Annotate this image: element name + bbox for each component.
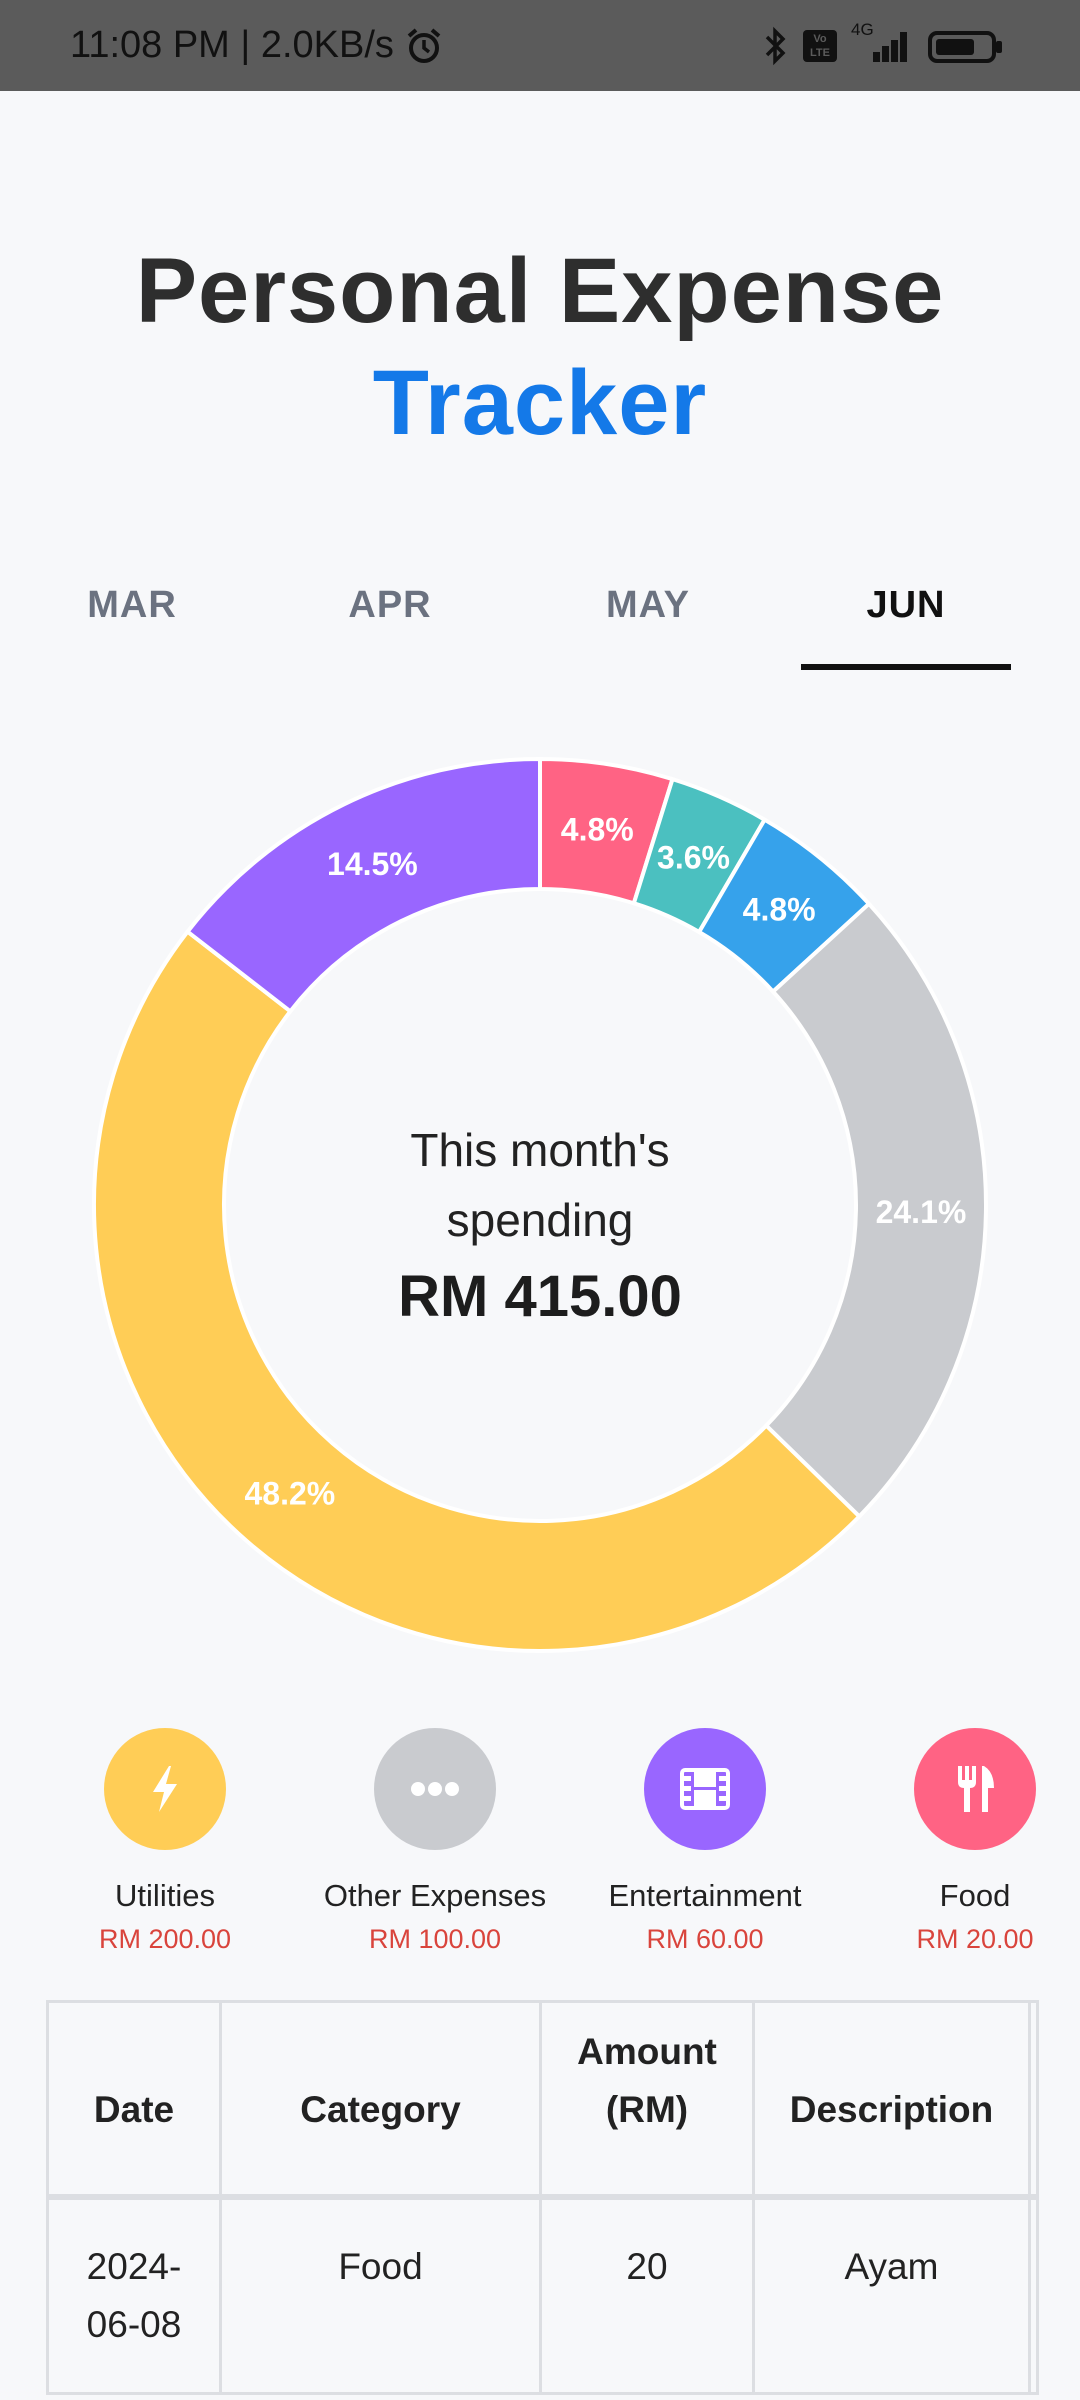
category-amount: RM 200.00 (98, 1924, 232, 1954)
film-icon (680, 1768, 730, 1810)
column-header-category: Category (219, 2000, 542, 2198)
tab-jun[interactable]: JUN (801, 560, 1011, 670)
slice-label: 3.6% (657, 839, 730, 875)
category-amount: RM 20.00 (916, 1924, 1034, 1954)
category-other-expenses[interactable]: Other Expenses RM 100.00 (310, 1728, 560, 1955)
category-circle (374, 1728, 496, 1850)
cell-description: Ayam (752, 2195, 1031, 2395)
title-line-2: Tracker (372, 352, 708, 454)
category-utilities[interactable]: Utilities RM 200.00 (40, 1728, 290, 1955)
status-time: 11:08 PM | 2.0KB/s (70, 24, 394, 66)
bluetooth-icon (765, 26, 786, 65)
more-icon (411, 1782, 459, 1796)
category-name: Utilities (115, 1878, 215, 1913)
category-name: Entertainment (608, 1878, 802, 1913)
utensils-icon (958, 1766, 994, 1812)
category-circle (644, 1728, 766, 1850)
column-header-extra (1028, 2000, 1039, 2198)
page-title: Personal Expense Tracker (0, 235, 1080, 459)
signal-icon: 4G (851, 20, 913, 66)
slice-label: 4.8% (561, 811, 634, 847)
slice-label: 4.8% (743, 891, 816, 927)
column-header-date: Date (46, 2000, 222, 2198)
bolt-icon (153, 1766, 177, 1812)
chart-center-summary: This month's spending RM 415.00 (90, 1115, 990, 1330)
cell-amount: 20 (539, 2195, 755, 2395)
category-name: Food (939, 1878, 1011, 1913)
category-entertainment[interactable]: Entertainment RM 60.00 (580, 1728, 830, 1955)
cell-date: 2024-06-08 (46, 2195, 222, 2395)
tab-mar[interactable]: MAR (27, 560, 237, 670)
category-circle (104, 1728, 226, 1850)
category-amount: RM 60.00 (646, 1924, 764, 1954)
category-amount: RM 100.00 (368, 1924, 502, 1954)
spending-caption: This month's spending (410, 1124, 670, 1246)
column-header-description: Description (752, 2000, 1031, 2198)
cell-extra (1028, 2195, 1039, 2395)
slice-label: 14.5% (327, 846, 418, 882)
spending-total: RM 415.00 (398, 1264, 682, 1329)
status-bar: 11:08 PM | 2.0KB/s Vo LTE 4G (0, 0, 1080, 91)
category-summary: Utilities RM 200.00 Other Expenses RM 10… (0, 1728, 1080, 1958)
table-row[interactable]: 2024-06-08 Food 20 Ayam (46, 2195, 1039, 2395)
battery-icon (928, 30, 1002, 63)
category-food[interactable]: Food RM 20.00 (850, 1728, 1080, 1955)
category-circle (914, 1728, 1036, 1850)
tab-apr[interactable]: APR (285, 560, 495, 670)
alarm-icon (407, 27, 441, 63)
cell-category: Food (219, 2195, 542, 2395)
volte-icon: Vo LTE (803, 29, 837, 62)
column-header-amount: Amount (RM) (539, 2000, 755, 2198)
category-name: Other Expenses (323, 1878, 547, 1913)
slice-label: 48.2% (244, 1475, 335, 1511)
table-header-row: Date Category Amount (RM) Description (46, 2000, 1039, 2198)
tab-may[interactable]: MAY (543, 560, 753, 670)
network-type: 4G (851, 19, 874, 39)
donut-slice-entertainment[interactable] (184, 756, 542, 1015)
title-line-1: Personal Expense (135, 240, 945, 342)
month-tabs: MAR APR MAY JUN (0, 560, 1080, 670)
transactions-table: Date Category Amount (RM) Description 20… (46, 2000, 1039, 2395)
